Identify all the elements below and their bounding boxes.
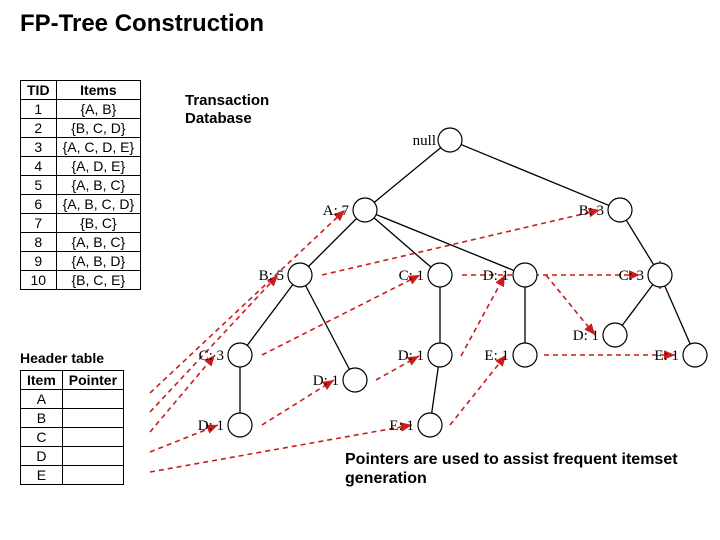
table-row: 3{A, C, D, E} [21, 138, 141, 157]
tree-node-E1r: E: 1 [654, 343, 707, 367]
table-row: E [21, 466, 124, 485]
table-row: B [21, 409, 124, 428]
table-row: 10{B, C, E} [21, 271, 141, 290]
svg-text:C: 1: C: 1 [399, 268, 424, 284]
tree-node-A7: A: 7 [323, 198, 377, 222]
tree-node-D1b: D: 1 [313, 368, 367, 392]
table-row: 5{A, B, C} [21, 176, 141, 195]
tree-node-D1a: D: 1 [483, 263, 537, 287]
tree-node-B5: B: 5 [259, 263, 312, 287]
table-row: A [21, 390, 124, 409]
svg-text:E: 1: E: 1 [654, 348, 679, 364]
transactions-table: TIDItems 1{A, B}2{B, C, D}3{A, C, D, E}4… [20, 80, 141, 290]
svg-text:D: 1: D: 1 [483, 268, 509, 284]
col-header: TID [21, 81, 57, 100]
pointer-note: Pointers are used to assist frequent ite… [345, 450, 705, 488]
tree-node-C3: C: 3 [199, 343, 252, 367]
svg-text:D: 1: D: 1 [313, 373, 339, 389]
page-title: FP-Tree Construction [20, 10, 264, 38]
tree-node-E1b: E: 1 [389, 413, 442, 437]
table-row: 8{A, B, C} [21, 233, 141, 252]
svg-text:A: 7: A: 7 [323, 203, 350, 219]
svg-text:C: 3: C: 3 [199, 348, 224, 364]
svg-text:E: 1: E: 1 [389, 418, 414, 434]
svg-text:C: 3: C: 3 [619, 268, 644, 284]
tree-node-D1c: D: 1 [398, 343, 452, 367]
tree-node-C1: C: 1 [399, 263, 452, 287]
tree-node-E1a: E: 1 [484, 343, 537, 367]
table-row: 1{A, B} [21, 100, 141, 119]
table-row: D [21, 447, 124, 466]
header-table-caption: Header table [20, 350, 104, 366]
table-row: C [21, 428, 124, 447]
tree-node-D1d: D: 1 [198, 413, 252, 437]
col-header: Item [21, 371, 63, 390]
svg-text:D: 1: D: 1 [573, 328, 599, 344]
svg-text:E: 1: E: 1 [484, 348, 509, 364]
tree-node-B3: B: 3 [579, 198, 632, 222]
tree-node-null: null [413, 128, 462, 152]
col-header: Items [56, 81, 141, 100]
table-row: 6{A, B, C, D} [21, 195, 141, 214]
col-header: Pointer [62, 371, 123, 390]
table-row: 2{B, C, D} [21, 119, 141, 138]
tree-node-D1r: D: 1 [573, 323, 627, 347]
svg-text:null: null [413, 133, 436, 149]
svg-text:D: 1: D: 1 [198, 418, 224, 434]
header-table: ItemPointer ABCDE [20, 370, 124, 485]
svg-text:B: 5: B: 5 [259, 268, 284, 284]
svg-text:D: 1: D: 1 [398, 348, 424, 364]
transaction-db-label: TransactionDatabase [185, 92, 285, 128]
tree-node-C3r: C: 3 [619, 263, 672, 287]
table-row: 9{A, B, D} [21, 252, 141, 271]
svg-text:B: 3: B: 3 [579, 203, 604, 219]
table-row: 7{B, C} [21, 214, 141, 233]
table-row: 4{A, D, E} [21, 157, 141, 176]
